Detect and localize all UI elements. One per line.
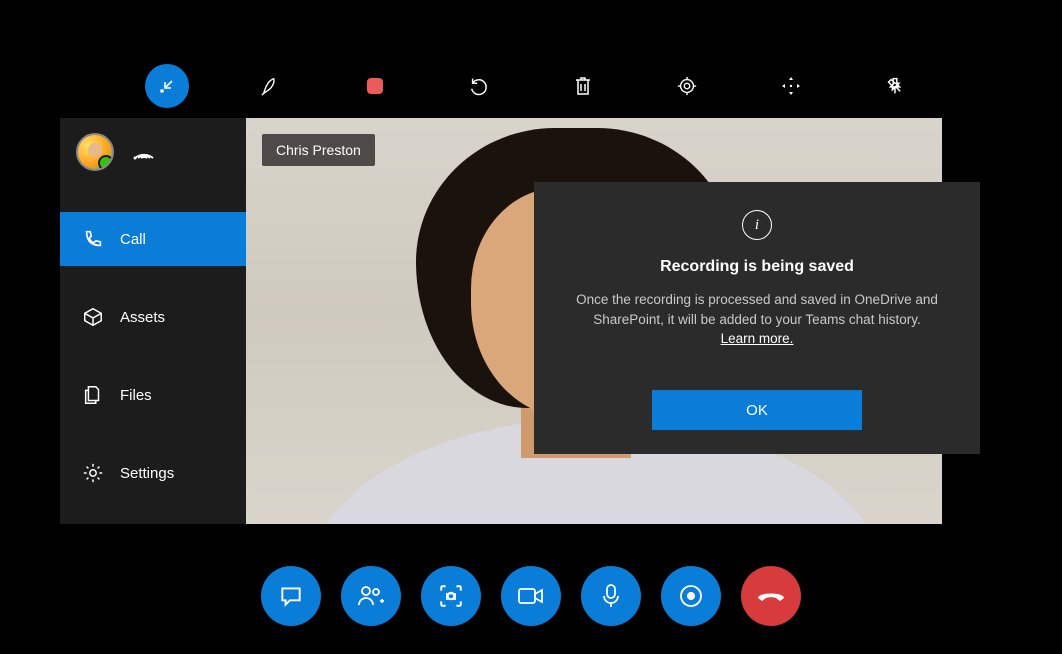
sidebar-label: Files bbox=[120, 387, 152, 404]
video-button[interactable] bbox=[501, 566, 561, 626]
video-icon bbox=[517, 586, 545, 606]
gear-icon bbox=[82, 462, 104, 484]
undo-button[interactable] bbox=[457, 64, 501, 108]
call-controls bbox=[0, 566, 1062, 626]
record-stop-icon bbox=[365, 76, 385, 96]
learn-more-link[interactable]: Learn more. bbox=[721, 331, 794, 346]
capture-icon bbox=[438, 583, 464, 609]
add-people-icon bbox=[357, 583, 385, 609]
sidebar-label: Assets bbox=[120, 309, 165, 326]
signal-icon bbox=[132, 143, 154, 161]
sidebar: Call Assets Files bbox=[60, 118, 246, 524]
collapse-button[interactable] bbox=[145, 64, 189, 108]
dialog-body: Once the recording is processed and save… bbox=[568, 290, 946, 349]
pin-icon bbox=[884, 75, 906, 97]
record-stop-button[interactable] bbox=[353, 64, 397, 108]
info-icon: i bbox=[742, 210, 772, 240]
package-icon bbox=[82, 306, 104, 328]
recording-saved-dialog: i Recording is being saved Once the reco… bbox=[534, 182, 980, 454]
mic-button[interactable] bbox=[581, 566, 641, 626]
target-button[interactable] bbox=[665, 64, 709, 108]
dialog-title: Recording is being saved bbox=[660, 258, 854, 276]
add-people-button[interactable] bbox=[341, 566, 401, 626]
move-arrows-icon bbox=[781, 76, 801, 96]
mic-icon bbox=[601, 583, 621, 609]
sidebar-item-assets[interactable]: Assets bbox=[60, 290, 246, 344]
sidebar-item-settings[interactable]: Settings bbox=[60, 446, 246, 500]
hang-up-icon bbox=[756, 588, 786, 604]
phone-icon bbox=[82, 228, 104, 250]
hang-up-button[interactable] bbox=[741, 566, 801, 626]
trash-icon bbox=[573, 75, 593, 97]
pin-button[interactable] bbox=[873, 64, 917, 108]
chat-icon bbox=[278, 583, 304, 609]
ok-button[interactable]: OK bbox=[652, 390, 862, 430]
sidebar-item-call[interactable]: Call bbox=[60, 212, 246, 266]
chat-button[interactable] bbox=[261, 566, 321, 626]
capture-button[interactable] bbox=[421, 566, 481, 626]
dialog-body-text: Once the recording is processed and save… bbox=[576, 292, 938, 327]
participant-name-tag: Chris Preston bbox=[262, 134, 375, 166]
target-icon bbox=[676, 75, 698, 97]
sidebar-label: Call bbox=[120, 231, 146, 248]
record-button[interactable] bbox=[661, 566, 721, 626]
move-button[interactable] bbox=[769, 64, 813, 108]
files-icon bbox=[82, 384, 104, 406]
profile-row bbox=[60, 118, 246, 186]
avatar[interactable] bbox=[76, 133, 114, 171]
pen-icon bbox=[260, 75, 282, 97]
pen-button[interactable] bbox=[249, 64, 293, 108]
participant-name: Chris Preston bbox=[276, 142, 361, 158]
record-icon bbox=[678, 583, 704, 609]
undo-icon bbox=[468, 75, 490, 97]
sidebar-label: Settings bbox=[120, 465, 174, 482]
top-toolbar bbox=[0, 56, 1062, 116]
ok-button-label: OK bbox=[746, 402, 768, 419]
trash-button[interactable] bbox=[561, 64, 605, 108]
sidebar-item-files[interactable]: Files bbox=[60, 368, 246, 422]
collapse-icon bbox=[157, 76, 177, 96]
